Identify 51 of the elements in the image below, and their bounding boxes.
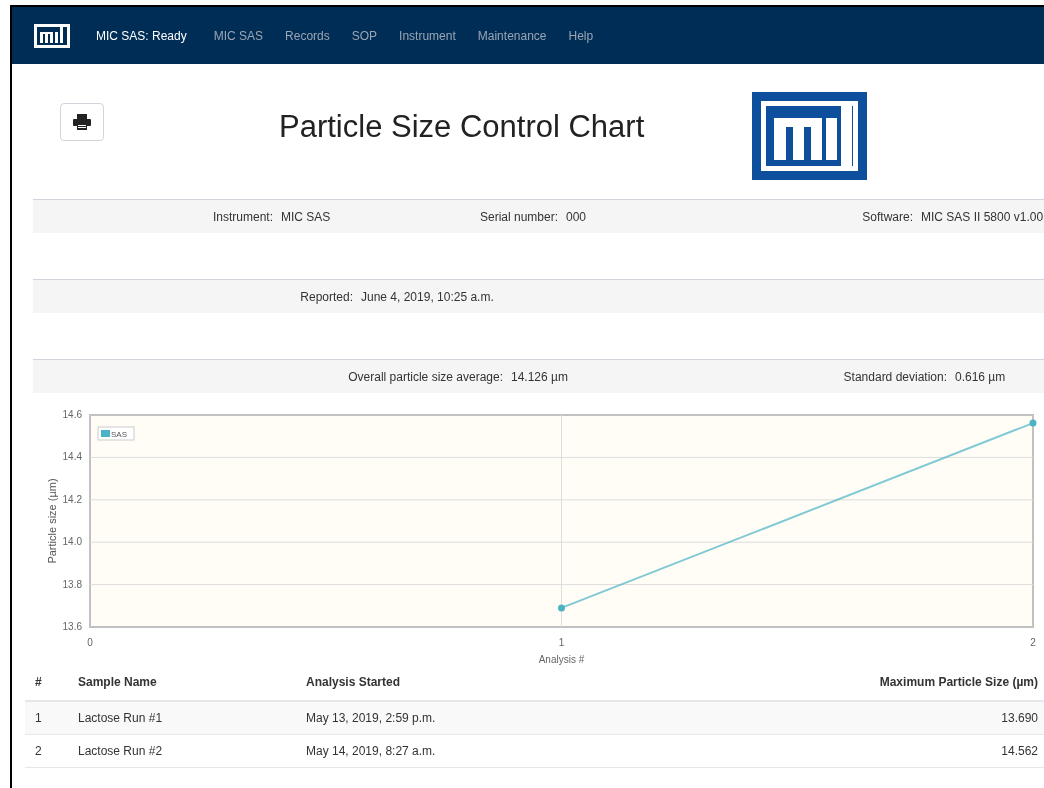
x-tick-label: 1 bbox=[558, 637, 565, 648]
table-cell: 2 bbox=[25, 734, 78, 767]
legend: SAS bbox=[97, 426, 135, 441]
table-cell: 13.690 bbox=[606, 701, 1044, 734]
field-label: Instrument: bbox=[212, 208, 273, 226]
column-header: Analysis Started bbox=[306, 664, 606, 701]
column-header: Maximum Particle Size (µm) bbox=[606, 664, 1044, 701]
y-tick-label: 14.2 bbox=[62, 493, 82, 505]
nav-link[interactable]: SOP bbox=[351, 26, 378, 45]
legend-label: SAS bbox=[111, 430, 128, 439]
y-axis-label: Particle size (µm) bbox=[46, 478, 58, 564]
nav-link[interactable]: Instrument bbox=[399, 26, 456, 45]
app-status: MIC SAS: Ready bbox=[96, 27, 187, 45]
logo-icon bbox=[752, 91, 868, 180]
table-cell: May 13, 2019, 2:59 p.m. bbox=[306, 701, 606, 734]
y-tick-label: 14.6 bbox=[62, 409, 82, 420]
y-tick-label: 13.8 bbox=[62, 578, 82, 590]
field-value: 14.126 µm bbox=[511, 369, 568, 384]
field-label: Overall particle size average: bbox=[348, 368, 503, 386]
print-button[interactable] bbox=[60, 102, 104, 141]
data-point bbox=[558, 604, 565, 612]
y-tick-label: 14.4 bbox=[62, 451, 82, 463]
field-label: Standard deviation: bbox=[843, 368, 947, 386]
table-cell: May 14, 2019, 8:27 a.m. bbox=[306, 734, 606, 767]
table-cell: 1 bbox=[25, 701, 78, 734]
field-label: Serial number: bbox=[479, 208, 558, 226]
nav-link[interactable]: Maintenance bbox=[477, 26, 547, 45]
page-title: Particle Size Control Chart bbox=[279, 108, 645, 147]
y-tick-label: 14.0 bbox=[62, 536, 82, 548]
table-cell: Lactose Run #1 bbox=[78, 701, 306, 734]
field-value: 000 bbox=[566, 209, 587, 224]
nav-link[interactable]: MIC SAS bbox=[213, 26, 264, 45]
nav-link[interactable]: Records bbox=[285, 26, 330, 45]
x-axis-label: Analysis # bbox=[538, 654, 585, 665]
column-header: Sample Name bbox=[78, 664, 306, 701]
table-cell: 14.562 bbox=[606, 734, 1044, 767]
logo-icon bbox=[34, 23, 70, 48]
field-label: Reported: bbox=[300, 288, 353, 306]
column-header: # bbox=[25, 664, 78, 701]
y-tick-label: 13.6 bbox=[62, 621, 82, 632]
field-value: MIC SAS bbox=[281, 209, 331, 224]
table-cell: Lactose Run #2 bbox=[78, 734, 306, 767]
field-value: 0.616 µm bbox=[955, 369, 1006, 384]
x-tick-label: 0 bbox=[87, 637, 93, 648]
field-label: Software: bbox=[862, 208, 913, 226]
field-value: June 4, 2019, 10:25 a.m. bbox=[361, 289, 494, 304]
x-tick-label: 2 bbox=[1030, 637, 1036, 648]
printer-icon bbox=[73, 113, 91, 130]
data-point bbox=[1029, 419, 1037, 427]
nav-link[interactable]: Help bbox=[568, 26, 594, 45]
field-value: MIC SAS II 5800 v1.00 bbox=[921, 209, 1044, 224]
